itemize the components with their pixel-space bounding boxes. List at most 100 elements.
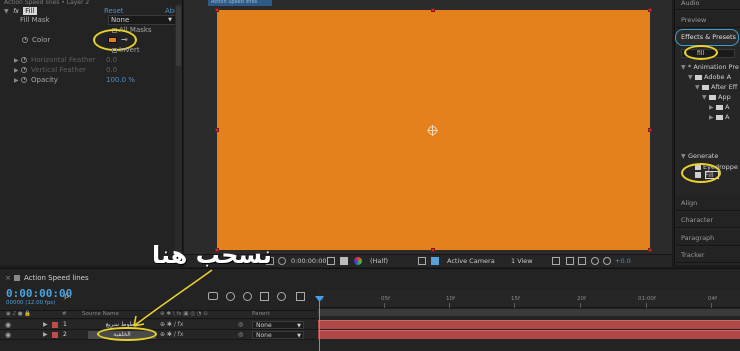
frame-blending-icon[interactable]	[260, 292, 269, 301]
toggle-pixel-aspect-icon[interactable]	[552, 257, 560, 265]
collapse-triangle-icon[interactable]: ▼	[695, 83, 702, 92]
layer-duration-bar[interactable]	[318, 330, 740, 339]
parent-dropdown[interactable]: None ▼	[252, 331, 304, 339]
panel-audio[interactable]: Audio	[676, 0, 740, 10]
transform-handle[interactable]	[648, 128, 652, 132]
panel-preview[interactable]: Preview	[676, 12, 740, 28]
pickwhip-icon[interactable]: ◎	[238, 321, 243, 329]
camera-dropdown[interactable]: Active Camera	[447, 257, 495, 266]
expand-triangle-icon[interactable]: ▶	[709, 103, 716, 112]
timeline-icon[interactable]	[578, 257, 586, 265]
transform-handle[interactable]	[648, 248, 652, 252]
collapse-triangle-icon[interactable]: ▼	[681, 63, 688, 72]
transform-handle[interactable]	[431, 8, 435, 12]
transform-handle[interactable]	[215, 8, 219, 12]
composition-tab[interactable]: Action Speed lines	[208, 0, 272, 6]
expand-triangle-icon[interactable]: ▶	[43, 331, 48, 339]
collapse-triangle-icon[interactable]: ▼	[688, 73, 695, 82]
close-icon[interactable]: ×	[5, 274, 11, 282]
panel-tracker[interactable]: Tracker	[676, 247, 740, 263]
tree-item[interactable]: ▼ App	[702, 92, 739, 102]
folder-icon	[709, 94, 716, 100]
tree-label: App	[718, 93, 731, 101]
exposure-value[interactable]: +0.0	[615, 257, 631, 266]
parent-dropdown[interactable]: None ▼	[252, 321, 304, 329]
fx-toggle-icon[interactable]: fx	[13, 8, 19, 15]
expand-triangle-icon[interactable]: ▶	[14, 76, 21, 86]
highlight-circle-fill-effect	[681, 163, 721, 183]
collapse-triangle-icon[interactable]: ▼	[4, 7, 11, 17]
annotation-arrow-icon	[133, 269, 213, 327]
grid-icon[interactable]	[566, 257, 574, 265]
visibility-eye-icon[interactable]: ◉	[5, 321, 11, 329]
ruler-tick-label: 10f	[446, 296, 455, 302]
stopwatch-icon[interactable]	[21, 77, 27, 83]
collapse-triangle-icon[interactable]: ▼	[681, 152, 688, 161]
show-snapshot-icon[interactable]	[340, 257, 348, 265]
color-channels-icon[interactable]	[354, 257, 362, 265]
folder-icon	[716, 114, 723, 120]
scrollbar-thumb[interactable]	[176, 6, 181, 66]
layer-duration-bar[interactable]	[318, 320, 740, 329]
layer-label-color[interactable]	[52, 322, 58, 328]
ruler-tick	[514, 303, 515, 308]
reset-exposure-icon[interactable]	[603, 257, 611, 265]
parent-value: None	[256, 322, 272, 329]
snapshot-icon[interactable]	[278, 257, 286, 265]
camera-icon[interactable]	[327, 257, 335, 265]
tree-item[interactable]: ▼* Animation Presets	[681, 62, 739, 72]
stopwatch-icon[interactable]	[21, 67, 27, 73]
tree-item[interactable]: ▼ After Eff	[695, 82, 739, 92]
viewer-timecode[interactable]: 0:00:00:00	[291, 257, 327, 266]
expand-triangle-icon[interactable]: ▶	[709, 113, 716, 122]
view-layout-dropdown[interactable]: 1 View	[511, 257, 533, 266]
collapse-triangle-icon[interactable]: ▼	[702, 93, 709, 102]
transform-handle[interactable]	[215, 128, 219, 132]
pickwhip-icon[interactable]: ◎	[238, 331, 243, 339]
highlight-circle-effects-presets	[675, 29, 739, 46]
stopwatch-icon[interactable]	[22, 37, 28, 43]
motion-blur-icon[interactable]	[277, 292, 286, 301]
effect-name: Fill	[23, 7, 37, 15]
ruler-tick-label: 04f	[708, 296, 717, 302]
fill-mask-dropdown[interactable]: None ▼	[108, 15, 176, 25]
effect-controls-scrollbar[interactable]	[175, 4, 182, 262]
timeline-tab[interactable]: Action Speed lines	[14, 273, 89, 283]
panel-character[interactable]: Character	[676, 212, 740, 228]
tree-item[interactable]: ▶ A	[709, 102, 739, 112]
tree-item[interactable]: ▼ Adobe A	[688, 72, 739, 82]
expand-triangle-icon[interactable]: ▶	[43, 321, 48, 329]
layer-label-color[interactable]	[52, 332, 58, 338]
timeline-fps: 00000 (12.00 fps)	[6, 300, 56, 306]
folder-icon	[695, 74, 702, 80]
column-parent[interactable]: Parent	[252, 311, 270, 318]
folder-icon	[702, 84, 709, 90]
anchor-point-icon[interactable]	[427, 125, 438, 136]
tree-label: After Eff	[711, 83, 738, 91]
timeline-timecode[interactable]: 0:00:00:00	[6, 288, 72, 299]
tree-item-generate[interactable]: ▼ Generate	[681, 151, 739, 161]
graph-editor-icon[interactable]	[296, 292, 305, 301]
transform-handle[interactable]	[431, 248, 435, 252]
work-area-bar[interactable]	[318, 309, 740, 316]
tree-item[interactable]: ▶ A	[709, 112, 739, 122]
transparency-grid-icon[interactable]	[431, 257, 439, 265]
panel-paragraph[interactable]: Paragraph	[676, 230, 740, 246]
flowchart-icon[interactable]	[591, 257, 599, 265]
visibility-eye-icon[interactable]: ◉	[5, 331, 11, 339]
current-time-indicator[interactable]	[319, 298, 320, 351]
stopwatch-icon[interactable]	[21, 57, 27, 63]
layer-search-icon[interactable]: ρ.	[64, 291, 72, 300]
resolution-dropdown[interactable]: (Half)	[370, 257, 388, 266]
transform-handle[interactable]	[648, 8, 652, 12]
ruler-tick-label: 20f	[577, 296, 586, 302]
draft-3d-icon[interactable]	[226, 292, 235, 301]
folder-icon	[716, 104, 723, 110]
panel-align[interactable]: Align	[676, 195, 740, 211]
tree-label: * Animation Presets	[688, 63, 739, 71]
shy-layers-icon[interactable]	[243, 292, 252, 301]
fast-previews-icon[interactable]	[418, 257, 426, 265]
composition-icon	[14, 275, 20, 281]
column-source-name[interactable]: Source Name	[82, 311, 119, 318]
invert-checkbox[interactable]	[112, 47, 117, 53]
